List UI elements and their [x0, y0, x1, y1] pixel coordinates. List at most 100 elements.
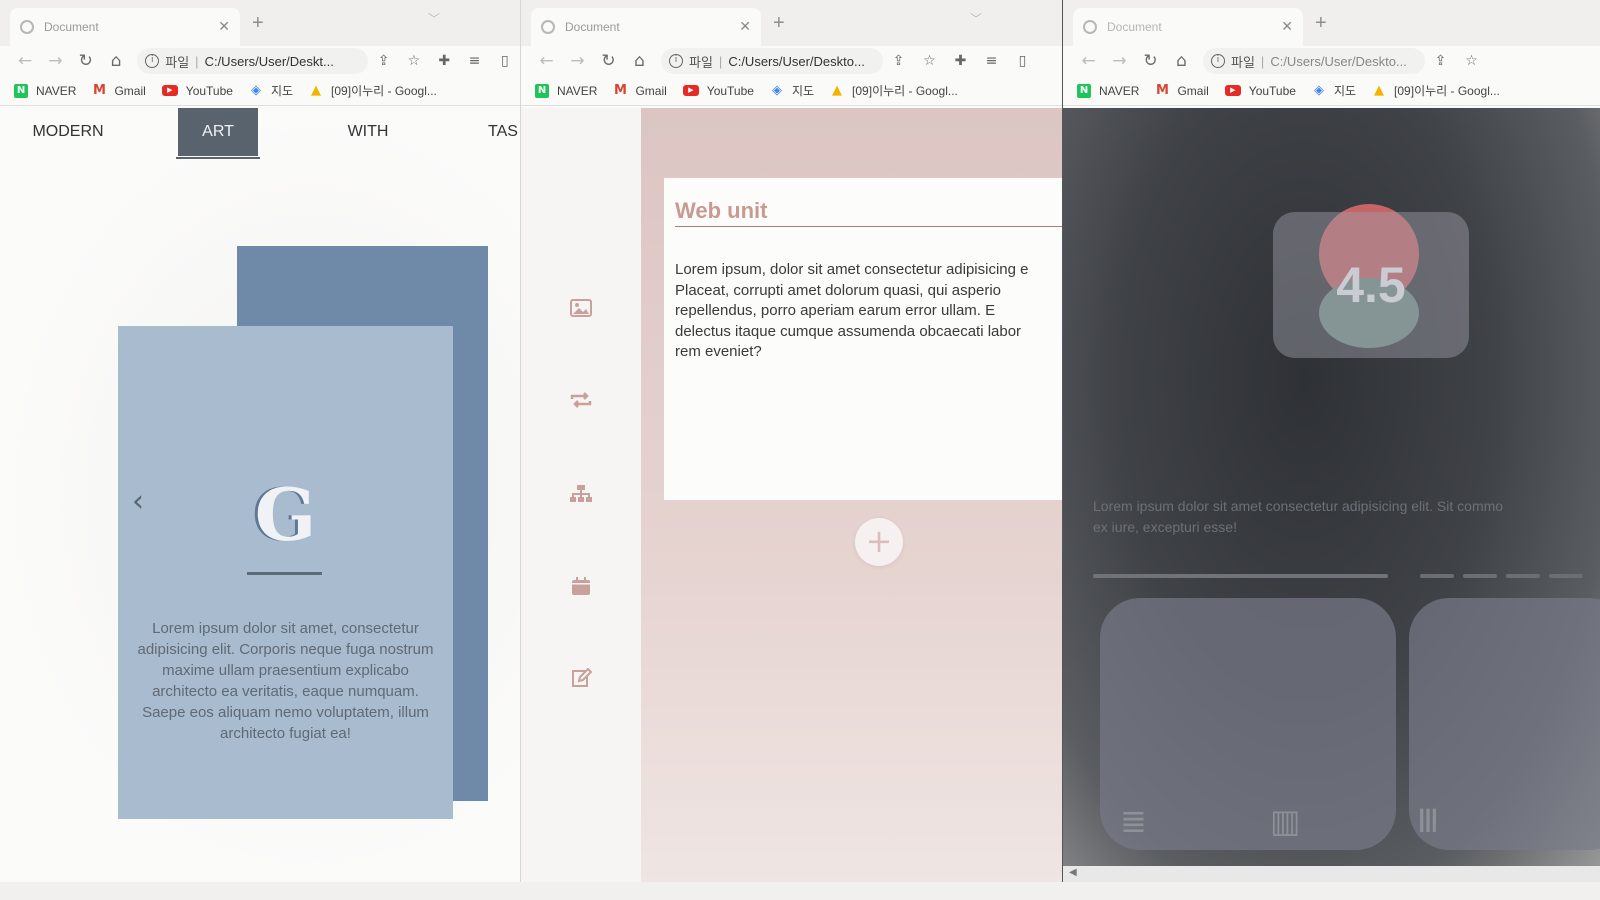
extensions-icon[interactable]: ✚	[945, 53, 976, 69]
share-icon[interactable]: ⇪	[1425, 53, 1456, 69]
reload-icon[interactable]: ↻	[593, 51, 624, 71]
card-title: Web unit	[675, 198, 768, 223]
edit-icon[interactable]	[521, 667, 641, 693]
chevron-down-icon[interactable]: ﹀	[970, 10, 982, 27]
share-icon[interactable]: ⇪	[883, 53, 914, 69]
extensions-icon[interactable]: ✚	[429, 53, 459, 69]
close-tab-icon[interactable]: ✕	[218, 19, 230, 35]
info-icon[interactable]: i	[669, 54, 683, 68]
bookmark-drive[interactable]: ▲ [09]이누리 - Googl...	[309, 82, 437, 99]
columns-icon: Ⅲ	[1417, 802, 1440, 840]
home-icon[interactable]: ⌂	[624, 51, 655, 71]
bookmarks-bar: N NAVER M Gmail ▶ YouTube ◈ 지도 ▲ [09]이누리 - Go…	[0, 76, 520, 106]
forward-icon[interactable]: →	[562, 51, 593, 71]
card-text-line: delectus itaque cumque assumenda obcaeca…	[675, 322, 1022, 340]
back-icon[interactable]: ←	[1073, 51, 1104, 71]
address-bar[interactable]: i 파일 | C:/Users/User/Deskto...	[661, 48, 883, 74]
address-bar[interactable]: i 파일 | C:/Users/User/Deskto...	[1203, 48, 1425, 74]
bookmark-naver[interactable]: N NAVER	[1077, 83, 1139, 98]
star-icon[interactable]: ☆	[914, 53, 945, 69]
forward-icon[interactable]: →	[40, 51, 70, 71]
tab-document[interactable]: Document ✕	[10, 8, 240, 46]
bookmark-label: YouTube	[1248, 83, 1296, 98]
progress-fill	[1093, 574, 1388, 578]
back-icon[interactable]: ←	[531, 51, 562, 71]
tab-document[interactable]: Document ✕	[531, 8, 761, 46]
menu-item-art[interactable]: ART	[176, 108, 260, 159]
bookmark-naver[interactable]: N NAVER	[535, 83, 597, 98]
bookmark-youtube[interactable]: ▶ YouTube	[161, 84, 233, 98]
bookmark-gmail[interactable]: M Gmail	[613, 83, 667, 98]
menu-item-tas[interactable]: TAS	[488, 108, 520, 156]
star-icon[interactable]: ☆	[399, 53, 429, 69]
bookmark-label: YouTube	[706, 83, 754, 98]
bookmark-drive[interactable]: ▲ [09]이누리 - Googl...	[1372, 82, 1500, 99]
sitemap-icon[interactable]	[521, 484, 641, 509]
reading-list-icon[interactable]: ≡	[459, 53, 489, 69]
close-tab-icon[interactable]: ✕	[1281, 19, 1293, 35]
bookmark-maps[interactable]: ◈ 지도	[770, 82, 814, 99]
menu-item-modern[interactable]: MODERN	[18, 108, 118, 156]
info-icon[interactable]: i	[1211, 54, 1225, 68]
home-icon[interactable]: ⌂	[101, 51, 131, 71]
bookmark-youtube[interactable]: ▶ YouTube	[682, 83, 754, 98]
reading-list-icon[interactable]: ≡	[976, 53, 1007, 69]
youtube-icon: ▶	[1224, 85, 1241, 96]
progress-bar	[1093, 574, 1388, 578]
side-panel-icon[interactable]: ▯	[490, 53, 520, 69]
main-menu: MODERN ART WITH TAS	[0, 108, 520, 159]
home-icon[interactable]: ⌂	[1166, 51, 1197, 71]
new-tab-button[interactable]: +	[1315, 12, 1327, 35]
address-bar[interactable]: i 파일 | C:/Users/User/Deskt...	[137, 48, 369, 74]
forward-icon[interactable]: →	[1104, 51, 1135, 71]
gmail-icon: M	[92, 82, 106, 98]
add-button[interactable]: +	[855, 518, 903, 566]
bookmark-label: Gmail	[635, 83, 667, 98]
toolbar: ← → ↻ ⌂ i 파일 | C:/Users/User/Deskto... ⇪…	[521, 46, 1062, 76]
side-panel-icon[interactable]: ▯	[1007, 53, 1038, 69]
bookmark-naver[interactable]: N NAVER	[14, 83, 76, 98]
naver-icon: N	[535, 83, 549, 98]
close-tab-icon[interactable]: ✕	[739, 19, 751, 35]
repeat-icon[interactable]	[521, 390, 641, 414]
separator: |	[1260, 53, 1265, 69]
content-card: Web unit Lorem ipsum, dolor sit amet con…	[664, 178, 1062, 500]
back-icon[interactable]: ←	[10, 51, 40, 71]
bookmark-youtube[interactable]: ▶ YouTube	[1224, 83, 1296, 98]
slider-dot[interactable]	[1549, 574, 1583, 578]
image-icon[interactable]	[521, 298, 641, 322]
info-icon[interactable]: i	[145, 54, 160, 68]
reload-icon[interactable]: ↻	[1135, 51, 1166, 71]
slider-dot[interactable]	[1420, 574, 1454, 578]
tab-document[interactable]: Document ✕	[1073, 8, 1303, 46]
horizontal-scrollbar[interactable]: ◀	[1063, 866, 1600, 882]
feature-tile[interactable]: Ⅲ	[1409, 598, 1600, 850]
maps-icon: ◈	[1313, 82, 1324, 98]
separator: |	[718, 53, 723, 69]
bookmark-maps[interactable]: ◈ 지도	[1312, 82, 1356, 99]
bookmark-gmail[interactable]: M Gmail	[92, 82, 146, 98]
bookmark-maps[interactable]: ◈ 지도	[249, 82, 293, 99]
card-text: Lorem ipsum, dolor sit amet consectetur …	[675, 260, 1062, 363]
tab-title: Document	[565, 20, 620, 34]
description-line: Lorem ipsum dolor sit amet consectetur a…	[1093, 498, 1504, 514]
chevron-down-icon[interactable]: ﹀	[428, 10, 440, 27]
toolbar: ← → ↻ ⌂ i 파일 | C:/Users/User/Deskto... ⇪…	[1063, 46, 1600, 76]
bookmark-drive[interactable]: ▲ [09]이누리 - Googl...	[830, 82, 958, 99]
calendar-icon[interactable]	[521, 576, 641, 601]
bookmark-label: [09]이누리 - Googl...	[852, 84, 958, 98]
scroll-left-icon[interactable]: ◀	[1069, 867, 1077, 878]
page-content: Web unit Lorem ipsum, dolor sit amet con…	[521, 108, 1062, 882]
feature-tile[interactable]: ≣ ▥	[1100, 598, 1396, 850]
divider	[247, 572, 322, 575]
slider-dot[interactable]	[1463, 574, 1497, 578]
share-icon[interactable]: ⇪	[368, 53, 398, 69]
bookmark-gmail[interactable]: M Gmail	[1155, 83, 1209, 98]
new-tab-button[interactable]: +	[252, 12, 264, 35]
reload-icon[interactable]: ↻	[71, 51, 101, 71]
menu-item-with[interactable]: WITH	[328, 108, 408, 156]
new-tab-button[interactable]: +	[773, 12, 785, 35]
card-text-line: Placeat, corrupti amet dolorum quasi, qu…	[675, 281, 1002, 299]
slider-dot[interactable]	[1506, 574, 1540, 578]
star-icon[interactable]: ☆	[1456, 53, 1487, 69]
